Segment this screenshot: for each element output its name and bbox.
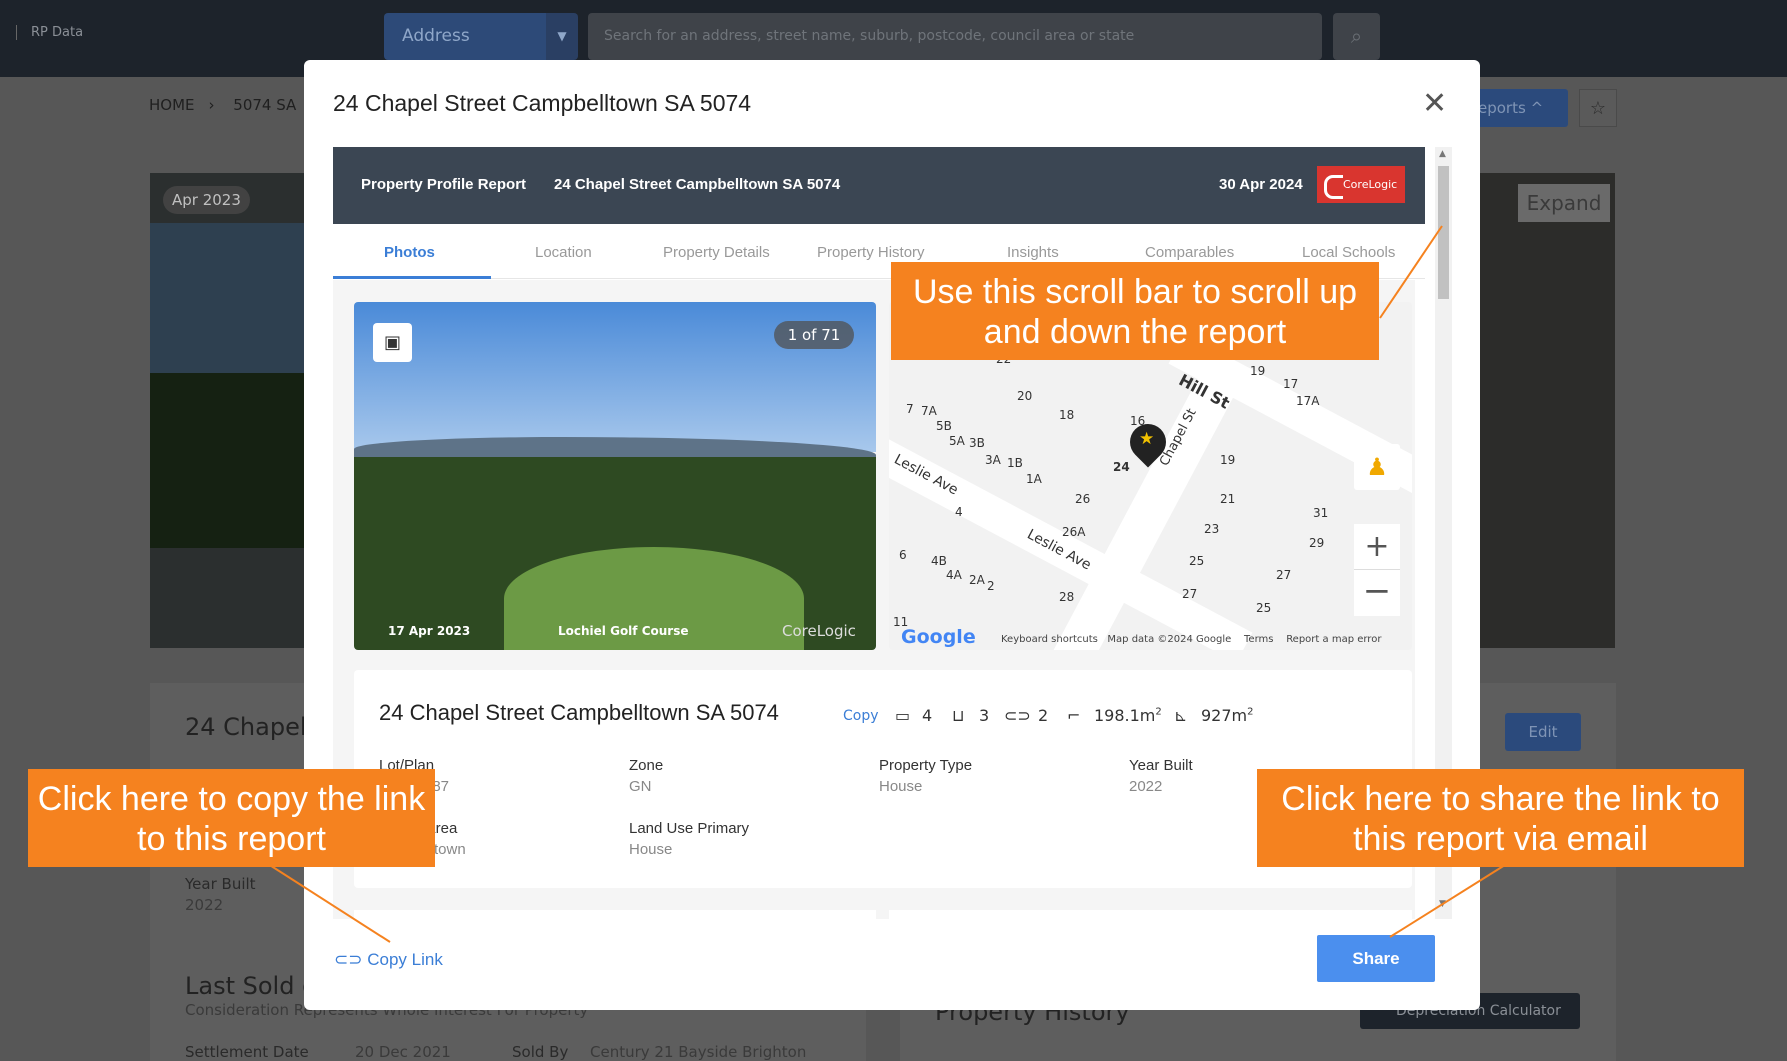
copy-link-callout: Click here to copy the link to this repo… (28, 769, 435, 867)
share-callout: Click here to share the link to this rep… (1257, 769, 1744, 867)
annotation-arrows (264, 225, 1506, 943)
scroll-callout: Use this scroll bar to scroll up and dow… (891, 262, 1379, 360)
